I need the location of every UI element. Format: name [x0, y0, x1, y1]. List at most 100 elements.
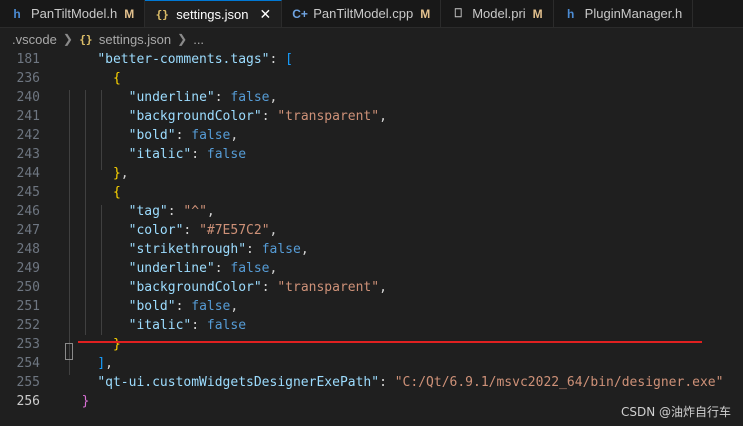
line-number: 251 — [16, 299, 40, 314]
code-token: "C:/Qt/6.9.1/msvc2022_64/bin/designer.ex… — [394, 375, 724, 390]
line-number: 245 — [16, 185, 40, 200]
line-number: 242 — [16, 128, 40, 143]
code-text: "underline": false, — [66, 259, 278, 278]
chevron-right-icon: ❯ — [177, 32, 188, 46]
line-number: 240 — [16, 90, 40, 105]
code-token: "italic" — [128, 318, 192, 333]
h-file-icon: h — [567, 6, 575, 21]
code-text: "backgroundColor": "transparent", — [66, 107, 387, 126]
code-line[interactable]: 252 "italic": false — [0, 316, 743, 335]
tab-label: settings.json — [176, 6, 249, 22]
code-text: } — [66, 392, 90, 411]
line-number: 244 — [16, 166, 40, 181]
code-token: : — [214, 90, 231, 105]
breadcrumb-more[interactable]: ... — [193, 32, 204, 47]
code-token: "underline" — [128, 261, 215, 276]
code-token: , — [105, 356, 113, 371]
code-token: "strikethrough" — [128, 242, 247, 257]
code-token: : — [261, 109, 278, 124]
modified-badge: M — [124, 6, 135, 21]
code-text: "strikethrough": false, — [66, 240, 309, 259]
code-line[interactable]: 247 "color": "#7E57C2", — [0, 221, 743, 240]
code-line[interactable]: 254 ], — [0, 354, 743, 373]
code-token: : — [261, 280, 278, 295]
code-line[interactable]: 241 "backgroundColor": "transparent", — [0, 107, 743, 126]
close-icon[interactable]: ✕ — [260, 6, 272, 23]
code-token: : — [175, 128, 192, 143]
code-token: { — [112, 71, 121, 86]
code-line[interactable]: 249 "underline": false, — [0, 259, 743, 278]
code-token: } — [112, 337, 121, 352]
code-line[interactable]: 243 "italic": false — [0, 145, 743, 164]
line-number: 256 — [16, 394, 40, 409]
code-token: { — [112, 185, 121, 200]
code-token: false — [230, 261, 270, 276]
breadcrumb-file[interactable]: settings.json — [99, 32, 171, 47]
modified-badge: M — [420, 6, 431, 21]
bracket-match-highlight — [65, 343, 73, 360]
code-line[interactable]: 245 { — [0, 183, 743, 202]
code-token: : — [167, 204, 184, 219]
line-number: 181 — [16, 52, 40, 67]
code-token: false — [206, 318, 247, 333]
code-text: "better-comments.tags": [ — [66, 50, 293, 69]
code-token: false — [191, 299, 231, 314]
code-token: : — [191, 147, 207, 162]
code-line[interactable]: 236 { — [0, 69, 743, 88]
code-token: "transparent" — [277, 109, 380, 124]
code-line[interactable]: 244 }, — [0, 164, 743, 183]
code-token: , — [120, 166, 129, 181]
code-token: : — [214, 261, 231, 276]
code-token: "color" — [128, 223, 184, 238]
tab-pantiltmodel-cpp[interactable]: C+ PanTiltModel.cpp M — [282, 0, 442, 27]
code-line[interactable]: 240 "underline": false, — [0, 88, 743, 107]
code-line[interactable]: 242 "bold": false, — [0, 126, 743, 145]
code-token: } — [81, 394, 90, 409]
code-text: ], — [66, 354, 113, 373]
code-line[interactable]: 246 "tag": "^", — [0, 202, 743, 221]
code-token: : — [191, 318, 207, 333]
tab-pluginmanager-h[interactable]: h PluginManager.h — [553, 0, 694, 27]
code-token: , — [379, 280, 387, 295]
code-token: "^" — [183, 204, 207, 219]
tab-model-pri[interactable]: ⎕ Model.pri M — [441, 0, 554, 27]
code-token: : — [175, 299, 192, 314]
tab-label: PanTiltModel.cpp — [313, 6, 414, 21]
code-text: "underline": false, — [66, 88, 278, 107]
code-token: false — [261, 242, 301, 257]
code-token: "qt-ui.customWidgetsDesignerExePath" — [97, 375, 380, 390]
code-token: , — [269, 261, 278, 276]
editor-tab-bar: h PanTiltModel.h M {} settings.json ✕ C+ PanTil… — [0, 0, 743, 28]
h-file-icon: h — [13, 6, 21, 21]
tab-settings-json[interactable]: {} settings.json ✕ — [145, 0, 283, 27]
code-token: : — [246, 242, 262, 257]
tab-pantiltmodel-h[interactable]: h PanTiltModel.h M — [0, 0, 146, 27]
code-line[interactable]: 248 "strikethrough": false, — [0, 240, 743, 259]
code-token: , — [300, 242, 309, 257]
code-text: "bold": false, — [66, 126, 239, 145]
cpp-file-icon: C+ — [292, 6, 308, 21]
code-line[interactable]: 250 "backgroundColor": "transparent", — [0, 278, 743, 297]
code-line[interactable]: 251 "bold": false, — [0, 297, 743, 316]
code-line[interactable]: 253 } — [0, 335, 743, 354]
code-line[interactable]: 255 "qt-ui.customWidgetsDesignerExePath"… — [0, 373, 743, 392]
code-text: "backgroundColor": "transparent", — [66, 278, 387, 297]
code-editor[interactable]: 181 "better-comments.tags": [236 {240 "u… — [0, 50, 743, 426]
breadcrumb-folder[interactable]: .vscode — [12, 32, 57, 47]
tab-label: PanTiltModel.h — [31, 6, 118, 21]
json-braces-icon: {} — [155, 7, 169, 21]
code-line[interactable]: 181 "better-comments.tags": [ — [0, 50, 743, 69]
